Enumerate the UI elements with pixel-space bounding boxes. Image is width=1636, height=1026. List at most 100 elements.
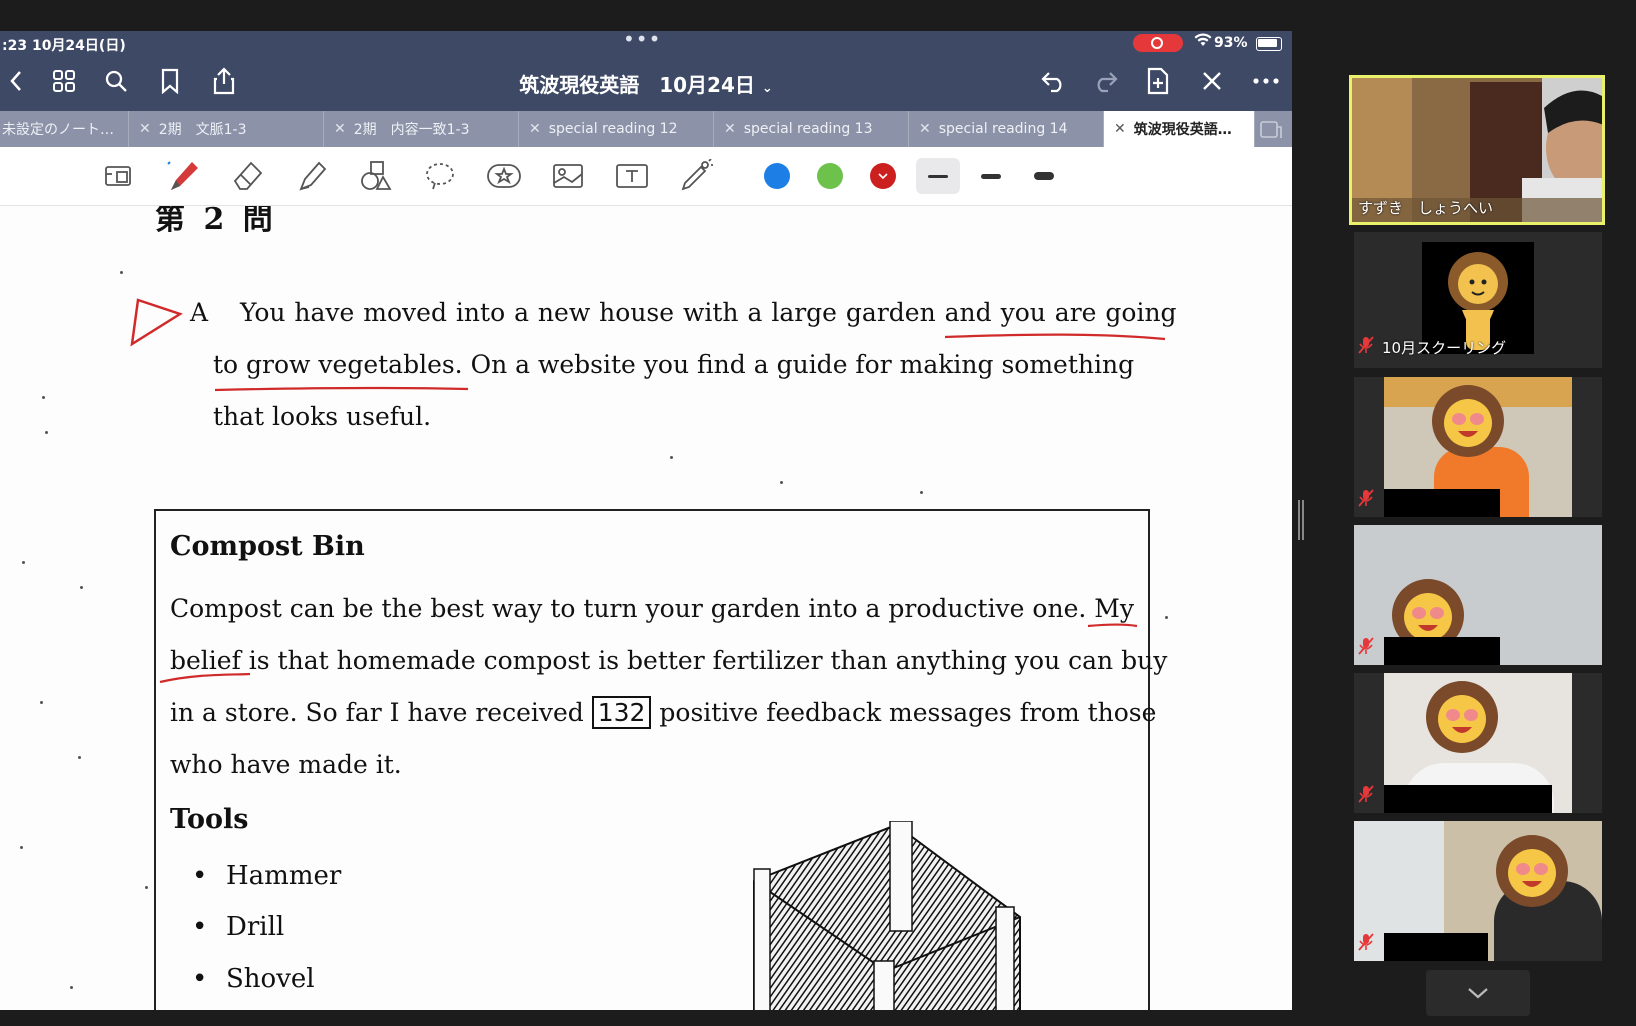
undo-icon[interactable]: [1038, 65, 1070, 97]
multitasking-dots[interactable]: •••: [623, 31, 661, 51]
split-divider-handle[interactable]: [1298, 500, 1304, 540]
text-tool-icon[interactable]: [612, 156, 652, 196]
redo-icon[interactable]: [1089, 65, 1121, 97]
question-header: 第 2 問: [155, 206, 277, 237]
box-line-2: belief is that homemade compost is bette…: [170, 646, 1168, 675]
muted-mic-icon: [1358, 785, 1374, 807]
tab-label: special reading 13: [743, 121, 873, 137]
tab-close-icon[interactable]: ✕: [1114, 121, 1126, 137]
image-tool-icon[interactable]: [548, 156, 588, 196]
status-time: :23 10月24日(日): [2, 38, 126, 54]
tab-untitled-note[interactable]: 未設定のノート…: [0, 111, 129, 147]
tab-close-icon[interactable]: ✕: [724, 121, 736, 137]
scan-speck: [42, 396, 45, 399]
wifi-icon: [1194, 33, 1212, 51]
shapes-tool-icon[interactable]: [356, 156, 396, 196]
lion-sticker-icon: [1432, 385, 1504, 457]
tool-item: Hammer: [192, 861, 341, 891]
participant-tile[interactable]: 10月スクーリング: [1354, 232, 1602, 368]
intro-line-1: You have moved into a new house with a l…: [240, 298, 1177, 327]
chevron-down-icon: [1468, 988, 1488, 999]
tab-overview-icon[interactable]: [1260, 119, 1282, 139]
color-swatch-green[interactable]: [817, 163, 843, 189]
tab-label: special reading 12: [548, 121, 678, 137]
intro-line-2: to grow vegetables. On a website you fin…: [213, 350, 1135, 379]
tab-content-match-1-3[interactable]: ✕ 2期 内容一致1-3: [324, 111, 519, 147]
grid-icon[interactable]: [48, 65, 80, 97]
intro-line-3: that looks useful.: [213, 402, 432, 431]
participant-name: すずき しょうへい: [1358, 199, 1494, 217]
more-icon[interactable]: [1250, 65, 1282, 97]
scan-speck: [20, 846, 23, 849]
scan-speck: [920, 491, 923, 494]
participant-tile[interactable]: [1354, 377, 1602, 517]
thickness-thick[interactable]: [1022, 158, 1066, 194]
notebook-tab-bar: 未設定のノート… ✕ 2期 文脈1-3 ✕ 2期 内容一致1-3 ✕ special …: [0, 111, 1292, 147]
tool-item-label: Drill: [226, 912, 285, 942]
muted-mic-icon: [1358, 489, 1374, 511]
tab-current-document[interactable]: ✕ 筑波現役英語…: [1104, 111, 1255, 147]
thickness-thin[interactable]: [916, 158, 960, 194]
chevron-down-icon[interactable]: ⌄: [762, 81, 773, 96]
gallery-scroll-down-button[interactable]: [1426, 970, 1530, 1016]
laser-pointer-icon[interactable]: [676, 156, 716, 196]
tool-item: Drill: [192, 912, 285, 942]
battery-percent: 93%: [1214, 35, 1248, 51]
tab-special-reading-12[interactable]: ✕ special reading 12: [519, 111, 714, 147]
pen-tool-icon[interactable]: [164, 156, 204, 196]
tab-special-reading-13[interactable]: ✕ special reading 13: [714, 111, 909, 147]
scan-speck: [145, 886, 148, 889]
box-title: Compost Bin: [170, 531, 365, 562]
scan-speck: [45, 431, 48, 434]
sticker-tool-icon[interactable]: [484, 156, 524, 196]
participant-tile[interactable]: [1354, 525, 1602, 665]
tab-special-reading-14[interactable]: ✕ special reading 14: [909, 111, 1104, 147]
tab-close-icon[interactable]: ✕: [334, 121, 346, 137]
lasso-tool-icon[interactable]: [420, 156, 460, 196]
tool-item: Shovel: [192, 964, 315, 994]
muted-mic-icon: [1358, 336, 1374, 358]
eraser-tool-icon[interactable]: [228, 156, 268, 196]
back-icon[interactable]: [0, 65, 32, 97]
feedback-count-box: 132: [591, 696, 652, 729]
compost-bin-illustration: [753, 821, 1021, 1010]
lion-sticker-icon: [1426, 681, 1498, 753]
zoom-window-icon[interactable]: [98, 156, 138, 196]
scan-speck: [22, 561, 25, 564]
scan-speck: [780, 481, 783, 484]
thickness-medium[interactable]: [969, 158, 1013, 194]
participant-name: 10月スクーリング: [1382, 339, 1507, 357]
pen-triangle-mark: [130, 298, 183, 347]
ios-status-bar: :23 10月24日(日) ••• 93%: [0, 31, 1292, 55]
screen-recording-icon: [1133, 34, 1183, 52]
participant-tile[interactable]: [1354, 821, 1602, 961]
color-swatch-blue[interactable]: [764, 163, 790, 189]
tool-item-label: Shovel: [226, 964, 315, 994]
scan-speck: [70, 986, 73, 989]
box-line-3-end: positive feedback messages from those: [651, 698, 1157, 727]
tab-close-icon[interactable]: ✕: [919, 121, 931, 137]
search-icon[interactable]: [100, 65, 132, 97]
app-nav-bar: 筑波現役英語 10月24日 ⌄: [0, 55, 1292, 111]
tab-context-1-3[interactable]: ✕ 2期 文脈1-3: [129, 111, 324, 147]
close-icon[interactable]: [1196, 65, 1228, 97]
scan-speck: [80, 586, 83, 589]
add-page-icon[interactable]: [1142, 65, 1174, 97]
muted-mic-icon: [1358, 933, 1374, 955]
pdf-page[interactable]: 第 2 問 A You have moved into a new house …: [0, 206, 1292, 1010]
tab-label: 2期 内容一致1-3: [353, 122, 470, 138]
bookmark-icon[interactable]: [154, 65, 186, 97]
scan-speck: [40, 701, 43, 704]
document-title-text[interactable]: 筑波現役英語 10月24日: [519, 73, 755, 97]
highlighter-tool-icon[interactable]: [292, 156, 332, 196]
color-swatch-red[interactable]: [870, 163, 896, 189]
tab-close-icon[interactable]: ✕: [529, 121, 541, 137]
share-icon[interactable]: [208, 65, 240, 97]
scan-speck: [120, 271, 123, 274]
tab-close-icon[interactable]: ✕: [139, 121, 151, 137]
participant-tile-speaker[interactable]: すずき しょうへい: [1349, 75, 1605, 225]
box-line-3-start: in a store. So far I have received: [170, 698, 592, 727]
participant-tile[interactable]: [1354, 673, 1602, 813]
box-line-3: in a store. So far I have received 132 p…: [170, 687, 1156, 739]
annotation-toolbar: [0, 147, 1292, 206]
